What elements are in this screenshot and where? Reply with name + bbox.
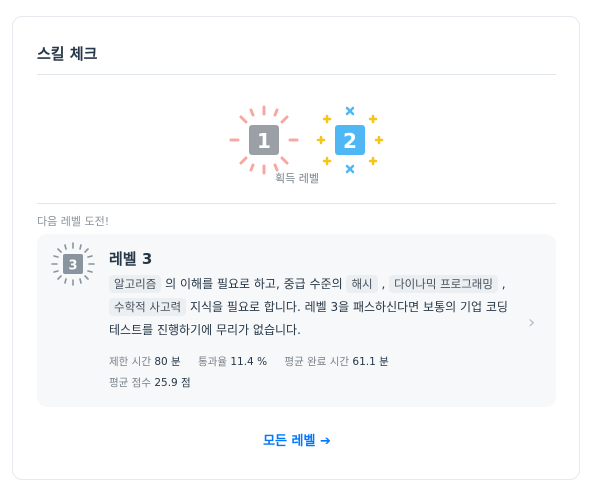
title-divider xyxy=(37,74,556,75)
desc-text-1: 의 이해를 필요로 하고, 중급 수준의 xyxy=(165,277,343,291)
badge-1-number: 1 xyxy=(257,129,271,153)
stat-avg-completion-time: 평균 완료 시간 61.1 분 xyxy=(284,356,388,368)
desc-comma-2: , xyxy=(501,277,506,291)
level-3-badge-icon: 3 xyxy=(51,242,95,286)
stat-value: 61.1 분 xyxy=(352,356,389,368)
badge-3-number: 3 xyxy=(68,259,77,274)
stat-pass-rate: 통과율 11.4 % xyxy=(198,356,267,368)
badge-2-number: 2 xyxy=(343,129,357,153)
skill-check-card: 스킬 체크 1 2 획득 레벨 다음 레벨 도전! 3 레벨 3 알고리즘 의 … xyxy=(12,16,580,480)
arrow-right-icon: ➔ xyxy=(320,434,331,449)
tag-hash: 해시 xyxy=(346,275,378,293)
stat-label: 평균 완료 시간 xyxy=(284,356,350,368)
section-divider xyxy=(37,203,556,204)
tag-math: 수학적 사고력 xyxy=(109,298,187,316)
all-levels-label: 모든 레벨 xyxy=(263,434,316,449)
next-level-challenge-card[interactable]: 3 레벨 3 알고리즘 의 이해를 필요로 하고, 중급 수준의 해시 , 다이… xyxy=(37,234,556,407)
all-levels-link[interactable]: 모든 레벨 ➔ xyxy=(13,430,581,449)
challenge-description: 알고리즘 의 이해를 필요로 하고, 중급 수준의 해시 , 다이나믹 프로그래… xyxy=(109,273,519,342)
chevron-right-icon[interactable]: › xyxy=(528,312,535,333)
stat-value: 80 분 xyxy=(154,356,181,368)
tag-dynamic-programming: 다이나믹 프로그래밍 xyxy=(389,275,498,293)
tag-algorithms: 알고리즘 xyxy=(109,275,162,293)
stat-value: 25.9 점 xyxy=(154,377,191,389)
stat-label: 제한 시간 xyxy=(109,356,151,368)
stat-avg-score: 평균 점수 25.9 점 xyxy=(109,377,191,389)
challenge-stats: 제한 시간 80 분 통과율 11.4 % 평균 완료 시간 61.1 분 평균… xyxy=(109,352,519,394)
level-2-badge-icon: 2 xyxy=(316,106,384,174)
card-title: 스킬 체크 xyxy=(37,45,98,63)
next-level-caption: 다음 레벨 도전! xyxy=(37,215,110,228)
stat-time-limit: 제한 시간 80 분 xyxy=(109,356,181,368)
desc-comma-1: , xyxy=(381,277,386,291)
challenge-title: 레벨 3 xyxy=(109,250,153,268)
stat-label: 통과율 xyxy=(198,356,228,368)
earned-levels-caption: 획득 레벨 xyxy=(275,172,319,185)
stat-value: 11.4 % xyxy=(230,356,268,368)
stat-label: 평균 점수 xyxy=(109,377,151,389)
level-1-badge-icon: 1 xyxy=(229,105,299,175)
